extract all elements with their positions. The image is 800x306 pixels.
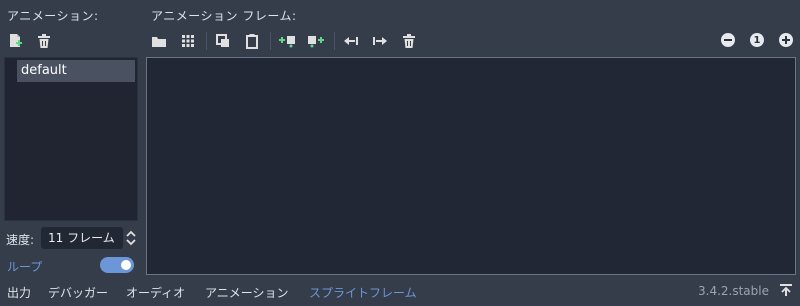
toolbar-separator (206, 32, 207, 50)
toolbar-separator (270, 32, 271, 50)
load-from-spritesheet-grid-icon[interactable] (177, 30, 199, 52)
speed-stepper-icon[interactable] (125, 229, 137, 250)
toolbar-separator (334, 32, 335, 50)
zoom-out-icon[interactable] (721, 33, 735, 47)
insert-empty-before-icon[interactable] (276, 30, 298, 52)
animation-item-default[interactable]: default (17, 60, 135, 82)
loop-label: ループ (7, 260, 43, 274)
tab-animation[interactable]: アニメーション (205, 284, 289, 301)
animations-list[interactable]: default (4, 57, 138, 221)
tab-output[interactable]: 出力 (7, 284, 31, 301)
tab-debugger[interactable]: デバッガー (48, 284, 108, 301)
tab-sprite-frames[interactable]: スプライトフレーム (309, 284, 417, 301)
insert-empty-after-icon[interactable] (305, 30, 327, 52)
move-left-icon[interactable] (340, 30, 362, 52)
version-label: 3.4.2.stable (698, 284, 769, 298)
loop-toggle[interactable] (100, 257, 134, 273)
zoom-reset-label: 1 (753, 34, 761, 46)
delete-animation-icon[interactable] (33, 30, 55, 52)
tab-audio[interactable]: オーディオ (126, 284, 185, 301)
animations-header: アニメーション: (7, 9, 99, 23)
frames-header: アニメーション フレーム: (151, 9, 297, 23)
load-frames-folder-icon[interactable] (148, 30, 170, 52)
speed-input[interactable]: 11 フレーム (41, 227, 123, 249)
paste-icon[interactable] (241, 30, 263, 52)
zoom-reset-button[interactable]: 1 (750, 33, 764, 47)
toggle-knob (121, 260, 131, 270)
new-animation-icon[interactable] (4, 30, 26, 52)
expand-bottom-panel-icon[interactable] (779, 283, 793, 300)
move-right-icon[interactable] (369, 30, 391, 52)
speed-label: 速度: (6, 233, 35, 247)
copy-icon[interactable] (212, 30, 234, 52)
zoom-in-icon[interactable] (779, 33, 793, 47)
delete-frame-icon[interactable] (398, 30, 420, 52)
frames-panel[interactable] (146, 57, 796, 275)
